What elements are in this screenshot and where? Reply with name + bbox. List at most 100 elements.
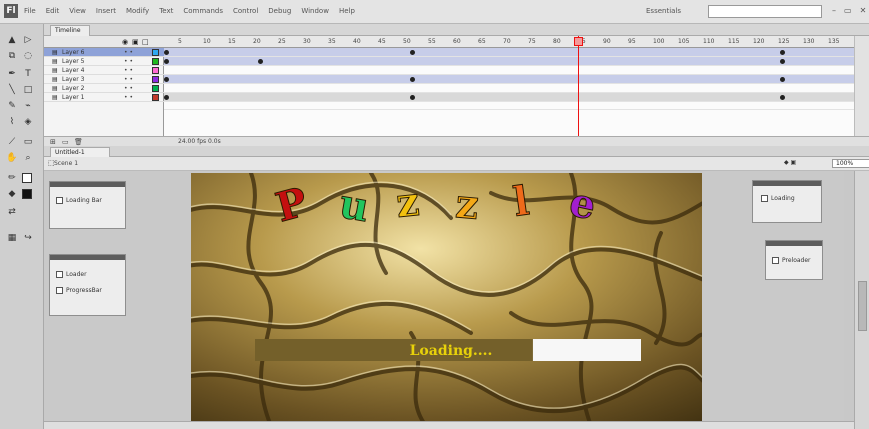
fill-color-icon[interactable]: ◆: [6, 188, 18, 200]
panel-header[interactable]: [50, 182, 125, 187]
layer-color-swatch[interactable]: [152, 85, 159, 92]
stroke-color-icon[interactable]: ✏: [6, 172, 18, 184]
keyframe[interactable]: [164, 50, 169, 55]
keyframe[interactable]: [780, 50, 785, 55]
zoom-select[interactable]: 100%: [832, 159, 869, 168]
snap-icon[interactable]: ▦: [6, 232, 18, 244]
workspace-switcher[interactable]: Essentials: [646, 7, 681, 15]
eyedropper-icon[interactable]: ⟋: [6, 136, 18, 148]
layer-visibility-dots[interactable]: • •: [124, 75, 133, 84]
panel-header[interactable]: [753, 181, 821, 186]
layer-row[interactable]: ▤ Layer 3 • •: [44, 75, 164, 84]
lock-icon[interactable]: ▣: [132, 38, 139, 46]
keyframe[interactable]: [780, 95, 785, 100]
layer-color-swatch[interactable]: [152, 76, 159, 83]
menu-item[interactable]: Control: [233, 7, 258, 15]
eraser-icon[interactable]: ▭: [22, 136, 34, 148]
component-item[interactable]: ProgressBar: [56, 287, 102, 294]
swap-colors-icon[interactable]: ⇄: [6, 206, 18, 218]
layer-visibility-dots[interactable]: • •: [124, 57, 133, 66]
keyframe[interactable]: [410, 95, 415, 100]
close-icon[interactable]: ✕: [860, 6, 867, 15]
rect-icon[interactable]: □: [22, 84, 34, 96]
frame-row[interactable]: [164, 57, 854, 66]
horizontal-scrollbar[interactable]: [44, 421, 854, 429]
panel-header[interactable]: [50, 255, 125, 260]
playhead-handle[interactable]: [574, 37, 583, 46]
tab-document[interactable]: Untitled-1: [50, 147, 110, 157]
layer-color-swatch[interactable]: [152, 94, 159, 101]
menu-item[interactable]: View: [69, 7, 86, 15]
frame-row[interactable]: [164, 102, 854, 110]
frame-row[interactable]: [164, 66, 854, 75]
properties-item[interactable]: Loading: [761, 195, 795, 202]
keyframe[interactable]: [410, 77, 415, 82]
stroke-swatch[interactable]: [22, 173, 32, 183]
lasso-icon[interactable]: ◌: [22, 50, 34, 62]
layer-visibility-dots[interactable]: • •: [124, 84, 133, 93]
scroll-thumb[interactable]: [858, 281, 867, 331]
timeline-frames[interactable]: 5101520253035404550556065707580859095100…: [164, 36, 854, 136]
outline-icon[interactable]: □: [142, 38, 149, 46]
menu-item[interactable]: Modify: [126, 7, 149, 15]
layer-color-swatch[interactable]: [152, 49, 159, 56]
layer-row[interactable]: ▤ Layer 2 • •: [44, 84, 164, 93]
layer-visibility-dots[interactable]: • •: [124, 93, 133, 102]
playhead[interactable]: [578, 36, 579, 136]
layer-row[interactable]: ▤ Layer 4 • •: [44, 66, 164, 75]
transform-icon[interactable]: ⧉: [6, 50, 18, 62]
keyframe[interactable]: [780, 77, 785, 82]
layer-row[interactable]: ▤ Layer 6 • •: [44, 48, 164, 57]
layer-row[interactable]: ▤ Layer 5 • •: [44, 57, 164, 66]
menu-item[interactable]: Edit: [46, 7, 60, 15]
pen-icon[interactable]: ✒: [6, 68, 18, 80]
layer-row[interactable]: ▤ Layer 1 • •: [44, 93, 164, 102]
eye-icon[interactable]: ◉: [122, 38, 128, 46]
subselect-icon[interactable]: ▷: [22, 34, 34, 46]
keyframe[interactable]: [780, 59, 785, 64]
tab-timeline[interactable]: Timeline: [50, 25, 90, 36]
layer-visibility-dots[interactable]: • •: [124, 66, 133, 75]
pencil-icon[interactable]: ✎: [6, 100, 18, 112]
layer-color-swatch[interactable]: [152, 67, 159, 74]
line-icon[interactable]: ╲: [6, 84, 18, 96]
vertical-scrollbar[interactable]: [854, 171, 869, 429]
panel-header[interactable]: [766, 241, 822, 246]
text-icon[interactable]: T: [22, 68, 34, 80]
menu-item[interactable]: File: [24, 7, 36, 15]
zoom-icon[interactable]: ⌕: [22, 152, 34, 164]
scene-label[interactable]: Scene 1: [54, 160, 78, 167]
frame-row[interactable]: [164, 84, 854, 93]
layer-visibility-dots[interactable]: • •: [124, 48, 133, 57]
bucket-icon[interactable]: ◈: [22, 116, 34, 128]
help-search-input[interactable]: [708, 5, 822, 18]
frame-row[interactable]: [164, 75, 854, 84]
menu-item[interactable]: Debug: [268, 7, 291, 15]
minimize-icon[interactable]: –: [832, 6, 836, 15]
maximize-icon[interactable]: ▭: [844, 6, 852, 15]
brush-icon[interactable]: ⌁: [22, 100, 34, 112]
menu-item[interactable]: Commands: [183, 7, 223, 15]
timeline-scrollbar[interactable]: [854, 36, 869, 136]
properties-item[interactable]: Preloader: [772, 257, 811, 264]
smooth-icon[interactable]: ↪: [22, 232, 34, 244]
bone-icon[interactable]: ⌇: [6, 116, 18, 128]
menu-item[interactable]: Insert: [96, 7, 116, 15]
keyframe[interactable]: [164, 59, 169, 64]
keyframe[interactable]: [164, 95, 169, 100]
keyframe[interactable]: [410, 50, 415, 55]
delete-layer-icon[interactable]: 🗑: [74, 138, 83, 146]
frame-ruler[interactable]: 5101520253035404550556065707580859095100…: [164, 36, 854, 48]
library-item[interactable]: Loading Bar: [56, 197, 102, 204]
arrow-icon[interactable]: ▲: [6, 34, 18, 46]
hand-icon[interactable]: ✋: [6, 152, 18, 164]
fill-swatch[interactable]: [22, 189, 32, 199]
menu-item[interactable]: Help: [339, 7, 355, 15]
stage[interactable]: Puzzle Loading....: [191, 173, 702, 426]
new-folder-icon[interactable]: ▭: [62, 138, 69, 146]
keyframe[interactable]: [258, 59, 263, 64]
frame-row[interactable]: [164, 93, 854, 102]
menu-item[interactable]: Window: [301, 7, 329, 15]
component-item[interactable]: Loader: [56, 271, 87, 278]
edit-symbols-icon[interactable]: ◆ ▣: [784, 159, 796, 166]
